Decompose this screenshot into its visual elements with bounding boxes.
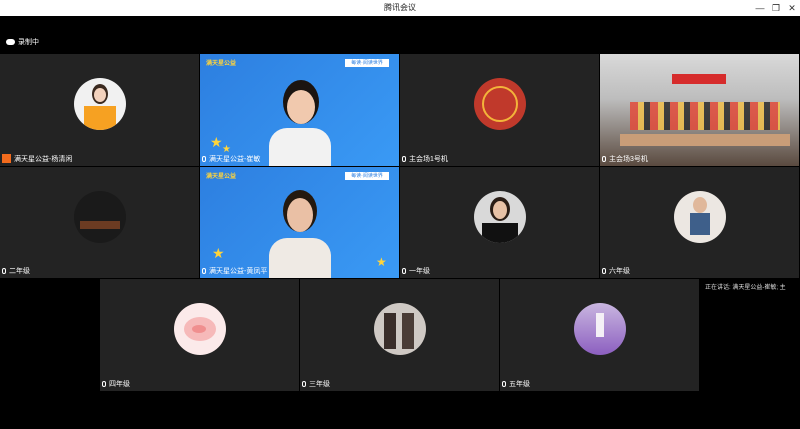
video-tile-g4[interactable]: 四年级 (100, 279, 299, 391)
participant-label: 四年级 (102, 379, 130, 390)
speaker-figure (265, 190, 335, 278)
mic-icon (202, 268, 206, 274)
title-bar: 腾讯会议 — ❐ ✕ (0, 0, 800, 16)
avatar (74, 78, 126, 130)
participant-label: 三年级 (302, 379, 330, 390)
window-title: 腾讯会议 (384, 3, 416, 12)
close-icon[interactable]: ✕ (784, 0, 800, 16)
participant-label: 二年级 (2, 266, 30, 277)
speaking-indicator: 正在讲话: 满天星公益-崔敏; 主 (705, 285, 786, 291)
classroom-banner (672, 74, 726, 84)
participant-label: 一年级 (402, 266, 430, 277)
mic-icon (602, 156, 606, 162)
video-tile-main1[interactable]: 主会场1号机 (400, 54, 599, 166)
avatar (474, 78, 526, 130)
brand-logo: 满天星公益 (206, 174, 237, 180)
speaker-figure (265, 80, 335, 166)
participant-label: 五年级 (502, 379, 530, 390)
mic-icon (202, 156, 206, 162)
desks (620, 134, 790, 146)
video-tile-huang[interactable]: 满天星公益 每读·阅读世界 ★ ★ 满天星公益-黄凤平 (200, 167, 399, 278)
avatar (574, 303, 626, 355)
video-tile-g2[interactable]: 二年级 (0, 167, 199, 278)
video-tile-g6[interactable]: 六年级 (600, 167, 799, 278)
video-tile-g1[interactable]: 一年级 (400, 167, 599, 278)
reading-banner: 每读·阅读世界 (345, 59, 389, 67)
participant-label: 满天星公益-崔敏 (202, 154, 260, 165)
video-tile-g5[interactable]: 五年级 (500, 279, 699, 391)
mic-icon (502, 381, 506, 387)
participant-label: 主会场1号机 (402, 154, 448, 165)
brand-logo: 满天星公益 (206, 61, 237, 67)
mic-icon (402, 156, 406, 162)
video-tile-yang[interactable]: 满天星公益-杨清闲 (0, 54, 199, 166)
user-badge-icon (2, 154, 11, 163)
reading-banner: 每读·阅读世界 (345, 172, 389, 180)
recording-label: 录制中 (18, 39, 39, 46)
cloud-record-icon (6, 39, 15, 45)
video-tile-g3[interactable]: 三年级 (300, 279, 499, 391)
star-icon: ★ (376, 255, 387, 269)
participant-label: 满天星公益-杨清闲 (2, 154, 72, 165)
video-tile-main3[interactable]: 主会场3号机 (600, 54, 799, 166)
participant-label: 六年级 (602, 266, 630, 277)
mic-icon (2, 268, 6, 274)
avatar (74, 191, 126, 243)
video-tile-cui[interactable]: 满天星公益 每读·阅读世界 ★ ★ 满天星公益-崔敏 (200, 54, 399, 166)
avatar (374, 303, 426, 355)
students-group (630, 102, 780, 130)
restore-icon[interactable]: ❐ (768, 0, 784, 16)
recording-indicator[interactable]: 录制中 (6, 37, 39, 49)
star-icon: ★ (212, 245, 225, 261)
minimize-icon[interactable]: — (752, 0, 768, 16)
mic-icon (102, 381, 106, 387)
avatar (174, 303, 226, 355)
avatar (474, 191, 526, 243)
participant-label: 主会场3号机 (602, 154, 648, 165)
mic-icon (602, 268, 606, 274)
star-icon: ★ (210, 134, 223, 150)
participant-label: 满天星公益-黄凤平 (202, 266, 267, 277)
mic-icon (302, 381, 306, 387)
mic-icon (402, 268, 406, 274)
avatar (674, 191, 726, 243)
